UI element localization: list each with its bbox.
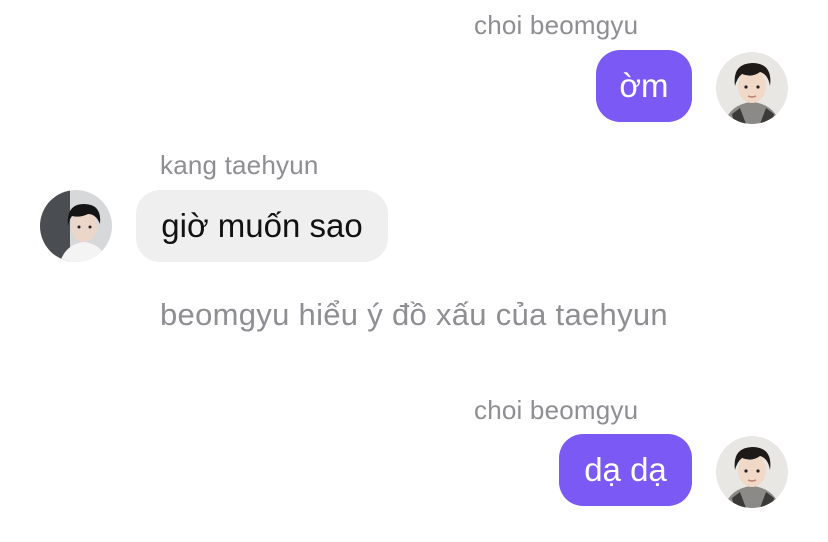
sender-name: choi beomgyu (474, 10, 639, 40)
sender-name: choi beomgyu (474, 395, 639, 425)
taehyun-avatar-icon[interactable] (40, 190, 112, 262)
beomgyu-avatar-icon[interactable] (716, 436, 788, 508)
narration-text: beomgyu hiểu ý đồ xấu của taehyun (160, 297, 668, 332)
sender-name: kang taehyun (160, 150, 319, 180)
beomgyu-avatar-icon[interactable] (716, 52, 788, 124)
incoming-message-bubble[interactable]: giờ muốn sao (136, 190, 388, 262)
outgoing-message-bubble[interactable]: dạ dạ (559, 434, 692, 506)
outgoing-message-bubble[interactable]: ờm (596, 50, 692, 122)
